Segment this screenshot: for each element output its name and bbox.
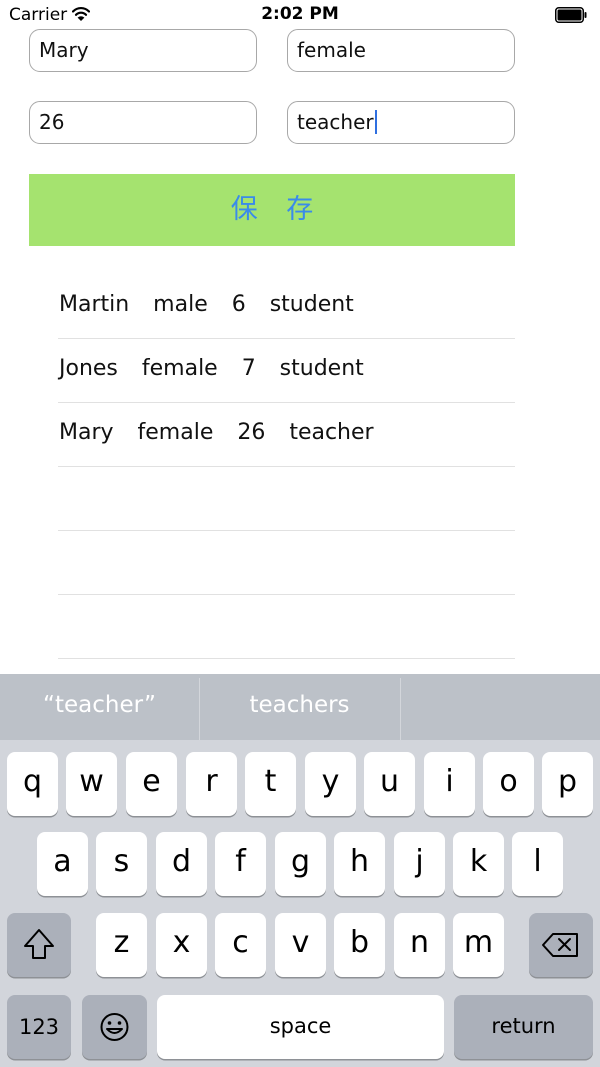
name-input[interactable]: Mary (29, 29, 257, 72)
key-e[interactable]: e (126, 752, 177, 816)
key-z[interactable]: z (96, 913, 147, 977)
space-key[interactable]: space (157, 995, 444, 1059)
key-r[interactable]: r (186, 752, 237, 816)
table-row[interactable] (58, 467, 515, 531)
key-f[interactable]: f (215, 832, 266, 896)
shift-icon (24, 929, 54, 959)
emoji-icon (100, 1013, 129, 1041)
table-row[interactable]: Jones female 7 student (58, 339, 515, 403)
age-input-value: 26 (39, 110, 65, 134)
table-row[interactable] (58, 595, 515, 659)
battery-icon (555, 7, 587, 23)
key-q[interactable]: q (7, 752, 58, 816)
status-time: 2:02 PM (261, 4, 339, 24)
keyboard: q w e r t y u i o p a s d f g h j k l z … (0, 740, 600, 1067)
table-row[interactable] (58, 531, 515, 595)
job-input[interactable]: teacher (287, 101, 515, 144)
name-input-value: Mary (39, 38, 89, 62)
emoji-key[interactable] (82, 995, 147, 1059)
key-c[interactable]: c (215, 913, 266, 977)
job-input-value: teacher (297, 110, 374, 134)
key-y[interactable]: y (305, 752, 356, 816)
table-row[interactable]: Martin male 6 student (58, 275, 515, 339)
key-j[interactable]: j (394, 832, 445, 896)
key-n[interactable]: n (394, 913, 445, 977)
key-v[interactable]: v (275, 913, 326, 977)
suggestion-item[interactable]: “teacher” (0, 674, 199, 740)
text-cursor (374, 110, 377, 134)
key-i[interactable]: i (424, 752, 475, 816)
key-k[interactable]: k (453, 832, 504, 896)
suggestion-bar: “teacher” teachers (0, 674, 600, 740)
row-text: Jones female 7 student (59, 356, 364, 381)
key-t[interactable]: t (245, 752, 296, 816)
row-text: Martin male 6 student (59, 292, 354, 317)
key-b[interactable]: b (334, 913, 385, 977)
key-m[interactable]: m (453, 913, 504, 977)
key-l[interactable]: l (512, 832, 563, 896)
return-key[interactable]: return (454, 995, 593, 1059)
gender-input[interactable]: female (287, 29, 515, 72)
age-input[interactable]: 26 (29, 101, 257, 144)
delete-icon (542, 933, 578, 957)
key-h[interactable]: h (334, 832, 385, 896)
gender-input-value: female (297, 38, 366, 62)
key-d[interactable]: d (156, 832, 207, 896)
key-x[interactable]: x (156, 913, 207, 977)
key-w[interactable]: w (66, 752, 117, 816)
save-button[interactable]: 保 存 (29, 174, 515, 246)
suggestion-item[interactable]: teachers (200, 674, 399, 740)
key-g[interactable]: g (275, 832, 326, 896)
delete-key[interactable] (529, 913, 593, 977)
shift-key[interactable] (7, 913, 71, 977)
key-s[interactable]: s (96, 832, 147, 896)
row-text: Mary female 26 teacher (59, 420, 374, 445)
key-p[interactable]: p (542, 752, 593, 816)
key-u[interactable]: u (364, 752, 415, 816)
table-row[interactable]: Mary female 26 teacher (58, 403, 515, 467)
key-a[interactable]: a (37, 832, 88, 896)
numbers-key[interactable]: 123 (7, 995, 71, 1059)
suggestion-item[interactable] (401, 674, 600, 740)
status-bar: Carrier 2:02 PM (0, 0, 600, 30)
key-o[interactable]: o (483, 752, 534, 816)
